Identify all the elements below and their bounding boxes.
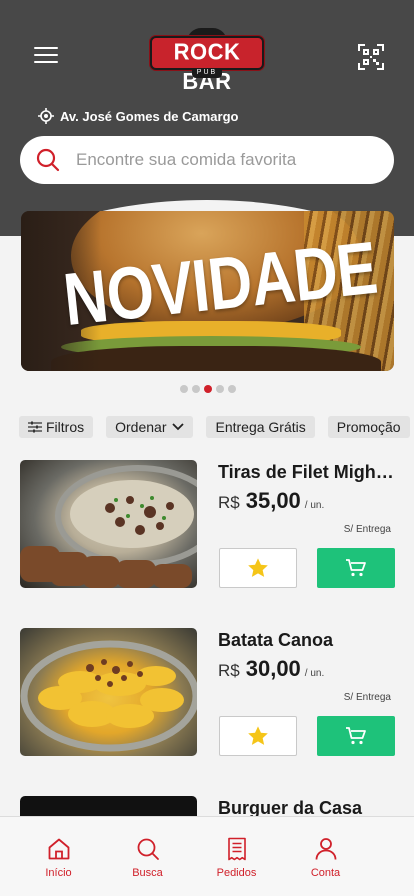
price-unit: / un. xyxy=(304,668,325,679)
nav-account[interactable]: Conta xyxy=(281,817,370,896)
search-bar[interactable] xyxy=(20,136,394,184)
sliders-icon xyxy=(28,421,42,433)
price-currency: R$ xyxy=(218,493,240,512)
promotion-label: Promoção xyxy=(336,419,401,435)
product-image[interactable] xyxy=(20,460,197,588)
location-target-icon xyxy=(38,108,54,124)
price-unit: / un. xyxy=(304,500,325,511)
address-text: Av. José Gomes de Camargo xyxy=(60,108,239,124)
price-value: 30,00 xyxy=(245,656,301,681)
search-input[interactable] xyxy=(76,150,366,170)
receipt-icon xyxy=(227,837,246,861)
carousel-indicators xyxy=(180,385,240,393)
delivery-address[interactable]: Av. José Gomes de Camargo xyxy=(38,108,238,124)
menu-icon[interactable] xyxy=(34,44,58,64)
carousel-dot[interactable] xyxy=(216,385,224,393)
search-icon xyxy=(137,838,159,860)
product-name: Tiras de Filet Mighon xyxy=(218,462,394,482)
nav-account-label: Conta xyxy=(310,867,341,879)
carousel-dot[interactable] xyxy=(180,385,188,393)
add-to-cart-button[interactable] xyxy=(317,548,395,588)
brand-logo: ROCK BAR PUB xyxy=(150,28,264,94)
qr-code-icon[interactable] xyxy=(358,44,384,70)
bottom-navigation: Início Busca Pedidos Conta xyxy=(0,816,414,896)
product-card[interactable]: Batata Canoa R$ 30,00 / un. S/ Entrega xyxy=(20,628,395,758)
chevron-down-icon xyxy=(172,423,185,431)
product-price: R$ 35,00 / un. xyxy=(218,488,324,514)
free-delivery-filter[interactable]: Entrega Grátis xyxy=(206,416,315,438)
price-currency: R$ xyxy=(218,661,240,680)
star-icon xyxy=(248,726,268,745)
filters-label: Filtros xyxy=(46,419,85,435)
brand-subtitle: PUB xyxy=(192,68,222,78)
product-name: Batata Canoa xyxy=(218,630,334,650)
carousel-dot-active[interactable] xyxy=(204,385,212,393)
favorite-button[interactable] xyxy=(219,548,297,588)
price-value: 35,00 xyxy=(245,488,301,513)
product-image[interactable] xyxy=(20,628,197,756)
nav-home[interactable]: Início xyxy=(14,817,103,896)
carousel-dot[interactable] xyxy=(228,385,236,393)
filter-bar: Filtros Ordenar Entrega Grátis Promoção xyxy=(19,416,414,438)
product-card[interactable]: Tiras de Filet Mighon R$ 35,00 / un. S/ … xyxy=(20,460,395,590)
nav-search-label: Busca xyxy=(132,867,163,879)
delivery-note: S/ Entrega xyxy=(343,692,391,703)
filters-button[interactable]: Filtros xyxy=(19,416,94,438)
delivery-note: S/ Entrega xyxy=(343,524,391,535)
search-icon xyxy=(36,148,60,172)
nav-search[interactable]: Busca xyxy=(103,817,192,896)
product-price: R$ 30,00 / un. xyxy=(218,656,324,682)
nav-home-label: Início xyxy=(45,867,72,879)
add-to-cart-button[interactable] xyxy=(317,716,395,756)
nav-orders[interactable]: Pedidos xyxy=(192,817,281,896)
favorite-button[interactable] xyxy=(219,716,297,756)
user-icon xyxy=(315,838,336,860)
cart-icon xyxy=(346,727,366,745)
sort-button[interactable]: Ordenar xyxy=(106,416,194,438)
promotion-filter[interactable]: Promoção xyxy=(327,416,410,438)
brand-name: ROCK BAR xyxy=(173,38,241,95)
sort-label: Ordenar xyxy=(115,419,167,435)
promo-banner[interactable]: NOVIDADE xyxy=(21,211,394,371)
nav-orders-label: Pedidos xyxy=(216,867,257,879)
free-delivery-label: Entrega Grátis xyxy=(215,419,306,435)
carousel-dot[interactable] xyxy=(192,385,200,393)
cart-icon xyxy=(346,559,366,577)
home-icon xyxy=(48,838,69,860)
star-icon xyxy=(248,558,268,577)
